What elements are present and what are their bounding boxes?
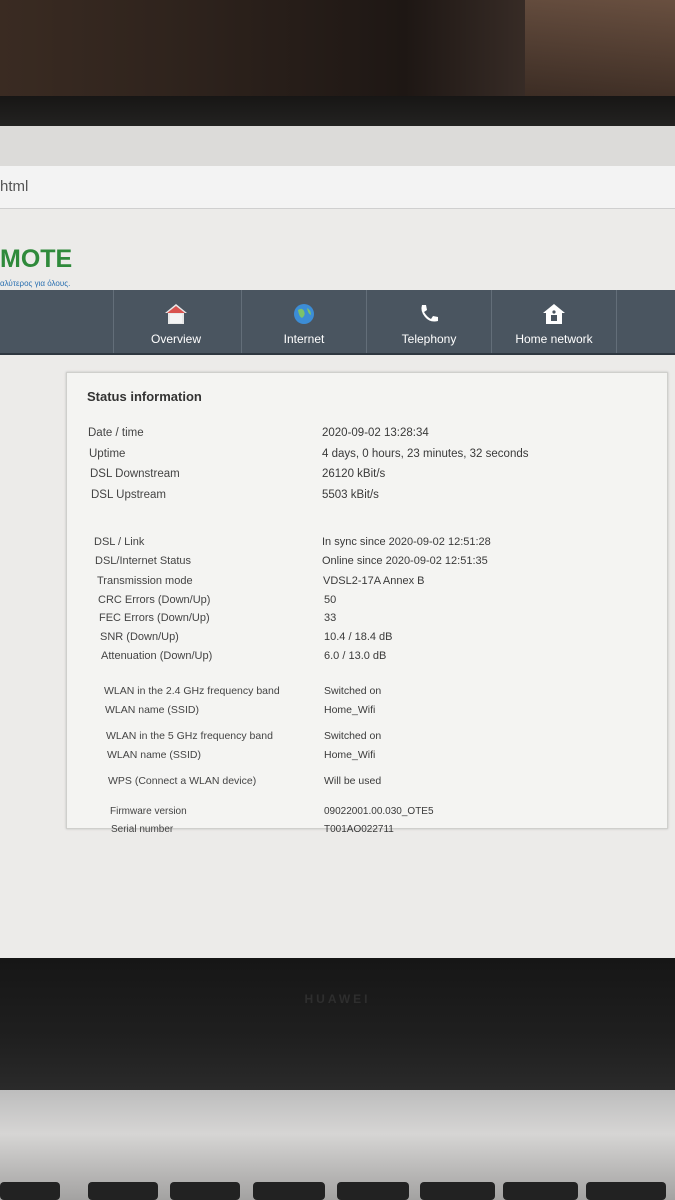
nav-item-home-network[interactable]: Home network [491,290,617,353]
row-label: DSL / Link [94,536,145,548]
router-page: MOTE αλύτερος για όλους. Overview Intern… [0,209,675,958]
background-photo [0,0,675,96]
nav-label-home-network: Home network [515,332,593,346]
row-label: DSL Downstream [90,468,180,480]
row-value: Online since 2020-09-02 12:51:35 [322,555,488,567]
row-value: 50 [324,594,337,606]
row-label: Serial number [111,824,174,835]
row-label: FEC Errors (Down/Up) [99,612,210,624]
row-value: 4 days, 0 hours, 23 minutes, 32 seconds [322,448,529,460]
row-label: WLAN name (SSID) [107,749,201,761]
row-value: 09022001.00.030_OTE5 [324,806,434,817]
row-label: WLAN name (SSID) [105,704,199,716]
row-value: Home_Wifi [324,704,376,716]
monitor-bezel-bottom [0,958,675,1090]
row-value: 6.0 / 13.0 dB [324,650,387,662]
monitor-bezel-top [0,96,675,126]
nav-item-internet[interactable]: Internet [241,290,366,353]
cosmote-logo[interactable]: MOTE [0,245,72,274]
row-value: VDSL2-17A Annex B [323,575,425,587]
browser-tab-bar [0,126,675,166]
keyboard-row [0,1182,675,1200]
keyboard-key [420,1182,495,1200]
main-navigation: Overview Internet Telephony Home network [0,290,675,355]
panel-title: Status information [87,389,202,404]
row-label: Transmission mode [97,575,193,587]
keyboard-key [0,1182,60,1200]
house-network-icon [543,304,565,324]
row-value: Home_Wifi [324,749,376,761]
row-label: WLAN in the 5 GHz frequency band [106,730,273,742]
status-information-panel: Status information Date / time 2020-09-0… [66,372,668,835]
keyboard-key [253,1182,325,1200]
row-value: T001AO022711 [324,824,394,835]
home-icon [165,304,187,324]
row-value: Switched on [324,685,382,697]
keyboard-key [170,1182,240,1200]
row-label: CRC Errors (Down/Up) [98,594,211,606]
row-value: 33 [324,612,337,624]
row-label: Uptime [89,448,126,460]
globe-icon [294,304,314,324]
screen: html MOTE αλύτερος για όλους. Overview I… [0,126,675,958]
row-value: Will be used [324,775,382,787]
laptop-brand-label: HUAWEI [304,992,371,1006]
row-label: Firmware version [110,806,187,817]
keyboard-key [503,1182,578,1200]
row-value: 10.4 / 18.4 dB [324,631,393,643]
background-light [525,0,675,96]
row-label: DSL Upstream [91,489,166,501]
row-label: WPS (Connect a WLAN device) [108,775,257,787]
nav-label-overview: Overview [150,332,201,346]
row-value: In sync since 2020-09-02 12:51:28 [322,536,491,548]
phone-icon [421,305,438,322]
row-value: 26120 kBit/s [322,468,386,480]
row-label: SNR (Down/Up) [100,631,179,643]
row-label: Attenuation (Down/Up) [101,650,213,662]
nav-label-internet: Internet [283,332,325,346]
nav-item-overview[interactable]: Overview [113,290,238,353]
browser-address-bar[interactable] [0,166,675,209]
row-label: WLAN in the 2.4 GHz frequency band [104,685,280,697]
row-value: 2020-09-02 13:28:34 [322,427,429,439]
nav-item-telephony[interactable]: Telephony [366,290,491,353]
row-value: 5503 kBit/s [322,489,379,501]
keyboard-key [337,1182,409,1200]
address-url-text[interactable]: html [0,178,28,195]
keyboard-key [586,1182,666,1200]
keyboard-key [88,1182,158,1200]
row-label: Date / time [88,427,144,439]
row-value: Switched on [324,730,382,742]
row-label: DSL/Internet Status [95,555,191,567]
logo-tagline: αλύτερος για όλους. [0,279,71,288]
nav-label-telephony: Telephony [401,332,457,346]
